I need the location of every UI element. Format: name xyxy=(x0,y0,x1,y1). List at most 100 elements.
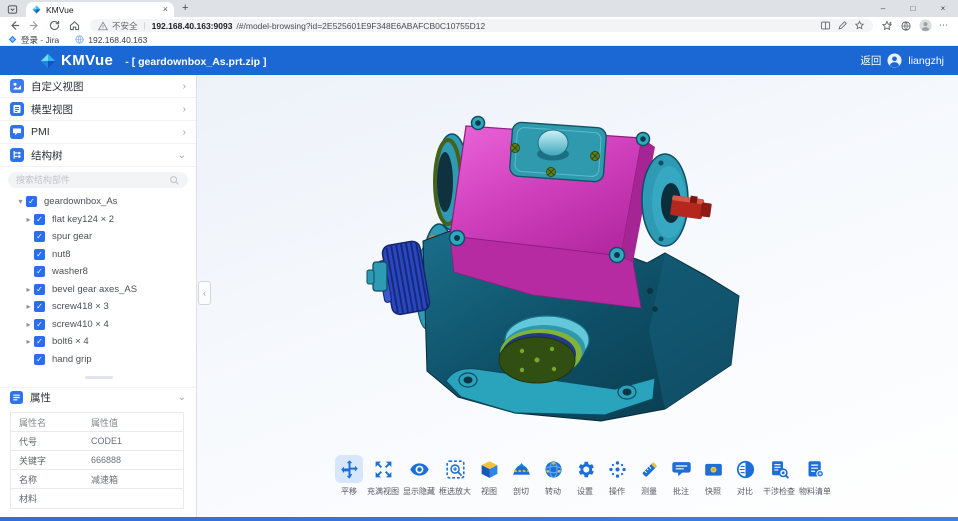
tool-label: 转动 xyxy=(545,486,561,497)
bookmark-label: 登录 - Jira xyxy=(21,34,59,46)
caret-right-icon[interactable]: ▸ xyxy=(23,215,34,224)
new-tab-button[interactable]: + xyxy=(182,3,188,14)
tree-item[interactable]: ✓ nut8 xyxy=(0,246,196,264)
panel-model-views[interactable]: 模型视图 › xyxy=(0,98,196,121)
tool-compare[interactable]: 对比 xyxy=(731,455,759,497)
model-3d-view[interactable] xyxy=(365,81,745,456)
tab-actions-icon[interactable] xyxy=(5,3,19,15)
tool-label: 对比 xyxy=(737,486,753,497)
tree-item[interactable]: ▸ ✓ screw418 × 3 xyxy=(0,298,196,316)
tool-section[interactable]: 剖切 xyxy=(507,455,535,497)
tree-item[interactable]: ▸ ✓ bolt6 × 4 xyxy=(0,333,196,351)
tree-item[interactable]: ▸ ✓ screw410 × 4 xyxy=(0,316,196,334)
column-header: 属性值 xyxy=(81,416,183,429)
checkbox-checked[interactable]: ✓ xyxy=(34,266,45,277)
checkbox-checked[interactable]: ✓ xyxy=(34,231,45,242)
caret-right-icon[interactable]: ▸ xyxy=(23,320,34,329)
property-name: 关键字 xyxy=(11,454,81,467)
checkbox-checked[interactable]: ✓ xyxy=(34,214,45,225)
model-viewport[interactable]: ‹ xyxy=(197,75,958,521)
property-name: 代号 xyxy=(11,435,81,448)
split-screen-icon[interactable] xyxy=(820,20,831,31)
tool-operate[interactable]: 操作 xyxy=(603,455,631,497)
return-button[interactable]: 返回 xyxy=(860,53,881,68)
property-value: 减速箱 xyxy=(81,473,183,486)
tree-item[interactable]: ✓ spur gear xyxy=(0,228,196,246)
caret-right-icon[interactable]: ▸ xyxy=(23,337,34,346)
tool-label: 剖切 xyxy=(513,486,529,497)
structure-search[interactable] xyxy=(8,172,188,188)
bookmark-jira[interactable]: 登录 - Jira xyxy=(8,34,59,46)
tree-item-label: flat key124 × 2 xyxy=(52,214,114,225)
address-bar[interactable]: 不安全 | 192.168.40.163:9093 /#/model-brows… xyxy=(90,19,873,32)
tool-bom[interactable]: 物料清单 xyxy=(799,455,831,497)
caret-right-icon[interactable]: ▸ xyxy=(23,285,34,294)
rotate-icon xyxy=(539,455,567,483)
checkbox-checked[interactable]: ✓ xyxy=(34,249,45,260)
checkbox-checked[interactable]: ✓ xyxy=(34,319,45,330)
tool-view[interactable]: 视图 xyxy=(475,455,503,497)
profile-avatar-icon[interactable] xyxy=(919,19,932,32)
pmi-icon xyxy=(10,125,24,139)
minimize-button[interactable]: – xyxy=(868,0,898,17)
caret-down-icon[interactable]: ▾ xyxy=(15,197,26,206)
maximize-button[interactable]: □ xyxy=(898,0,928,17)
user-avatar-icon[interactable] xyxy=(887,53,902,68)
panel-structure-tree[interactable]: 结构树 ⌄ xyxy=(0,144,196,167)
checkbox-checked[interactable]: ✓ xyxy=(34,354,45,365)
tree-item[interactable]: ✓ hand grip xyxy=(0,351,196,369)
tool-measure[interactable]: 测量 xyxy=(635,455,663,497)
search-input[interactable] xyxy=(16,175,169,185)
tree-item-root[interactable]: ▾ ✓ geardownbox_As xyxy=(0,193,196,211)
home-icon[interactable] xyxy=(64,18,84,33)
tree-item[interactable]: ▸ ✓ bevel gear axes_AS xyxy=(0,281,196,299)
tab-close-icon[interactable]: × xyxy=(163,5,168,14)
open-file-title: - [ geardownbox_As.prt.zip ] xyxy=(125,56,266,68)
tool-show-hide[interactable]: 显示隐藏 xyxy=(403,455,435,497)
tool-fit-view[interactable]: 充满视图 xyxy=(367,455,399,497)
panel-pmi[interactable]: PMI › xyxy=(0,121,196,144)
more-menu-icon[interactable]: ⋯ xyxy=(939,20,948,31)
checkbox-checked[interactable]: ✓ xyxy=(34,301,45,312)
checkbox-checked[interactable]: ✓ xyxy=(34,284,45,295)
forward-icon[interactable] xyxy=(24,18,44,33)
window-bottom-border xyxy=(0,517,958,521)
caret-right-icon[interactable]: ▸ xyxy=(23,302,34,311)
tree-item[interactable]: ✓ washer8 xyxy=(0,263,196,281)
close-button[interactable]: × xyxy=(928,0,958,17)
tool-pan[interactable]: 平移 xyxy=(335,455,363,497)
kmvue-logo-icon xyxy=(40,53,56,69)
panel-label: 模型视图 xyxy=(31,102,176,117)
tool-rotate[interactable]: 转动 xyxy=(539,455,567,497)
tree-item-label: geardownbox_As xyxy=(44,196,117,207)
bookmark-ip[interactable]: 192.168.40.163 xyxy=(75,35,147,45)
panel-label: 自定义视图 xyxy=(31,79,176,94)
tool-snapshot[interactable]: 快照 xyxy=(699,455,727,497)
properties-panel-header[interactable]: 属性 ⌄ xyxy=(0,387,196,406)
sidebar-collapse-button[interactable]: ‹ xyxy=(198,281,211,305)
panel-label: 属性 xyxy=(30,390,171,405)
measure-icon xyxy=(635,455,663,483)
chevron-right-icon: › xyxy=(183,81,186,92)
tool-settings[interactable]: 设置 xyxy=(571,455,599,497)
panel-custom-views[interactable]: 自定义视图 › xyxy=(0,75,196,98)
tool-interference-check[interactable]: 干涉检查 xyxy=(763,455,795,497)
settings-icon xyxy=(571,455,599,483)
extensions-icon[interactable] xyxy=(900,20,912,32)
tree-horizontal-scrollbar[interactable] xyxy=(0,376,196,380)
checkbox-checked[interactable]: ✓ xyxy=(26,196,37,207)
tool-box-zoom[interactable]: 框选放大 xyxy=(439,455,471,497)
url-host: 192.168.40.163:9093 xyxy=(152,21,233,31)
tree-item[interactable]: ▸ ✓ flat key124 × 2 xyxy=(0,211,196,229)
table-row: 关键字 666888 xyxy=(11,451,183,470)
browser-tab[interactable]: KMVue × xyxy=(26,2,174,17)
tool-annotate[interactable]: 批注 xyxy=(667,455,695,497)
checkbox-checked[interactable]: ✓ xyxy=(34,336,45,347)
collections-star-icon[interactable] xyxy=(881,20,893,32)
reload-icon[interactable] xyxy=(44,18,64,33)
edit-icon[interactable] xyxy=(837,20,848,31)
back-icon[interactable] xyxy=(4,18,24,33)
warning-icon xyxy=(98,21,108,31)
tab-title: KMVue xyxy=(46,5,158,15)
favorite-star-icon[interactable] xyxy=(854,20,865,31)
